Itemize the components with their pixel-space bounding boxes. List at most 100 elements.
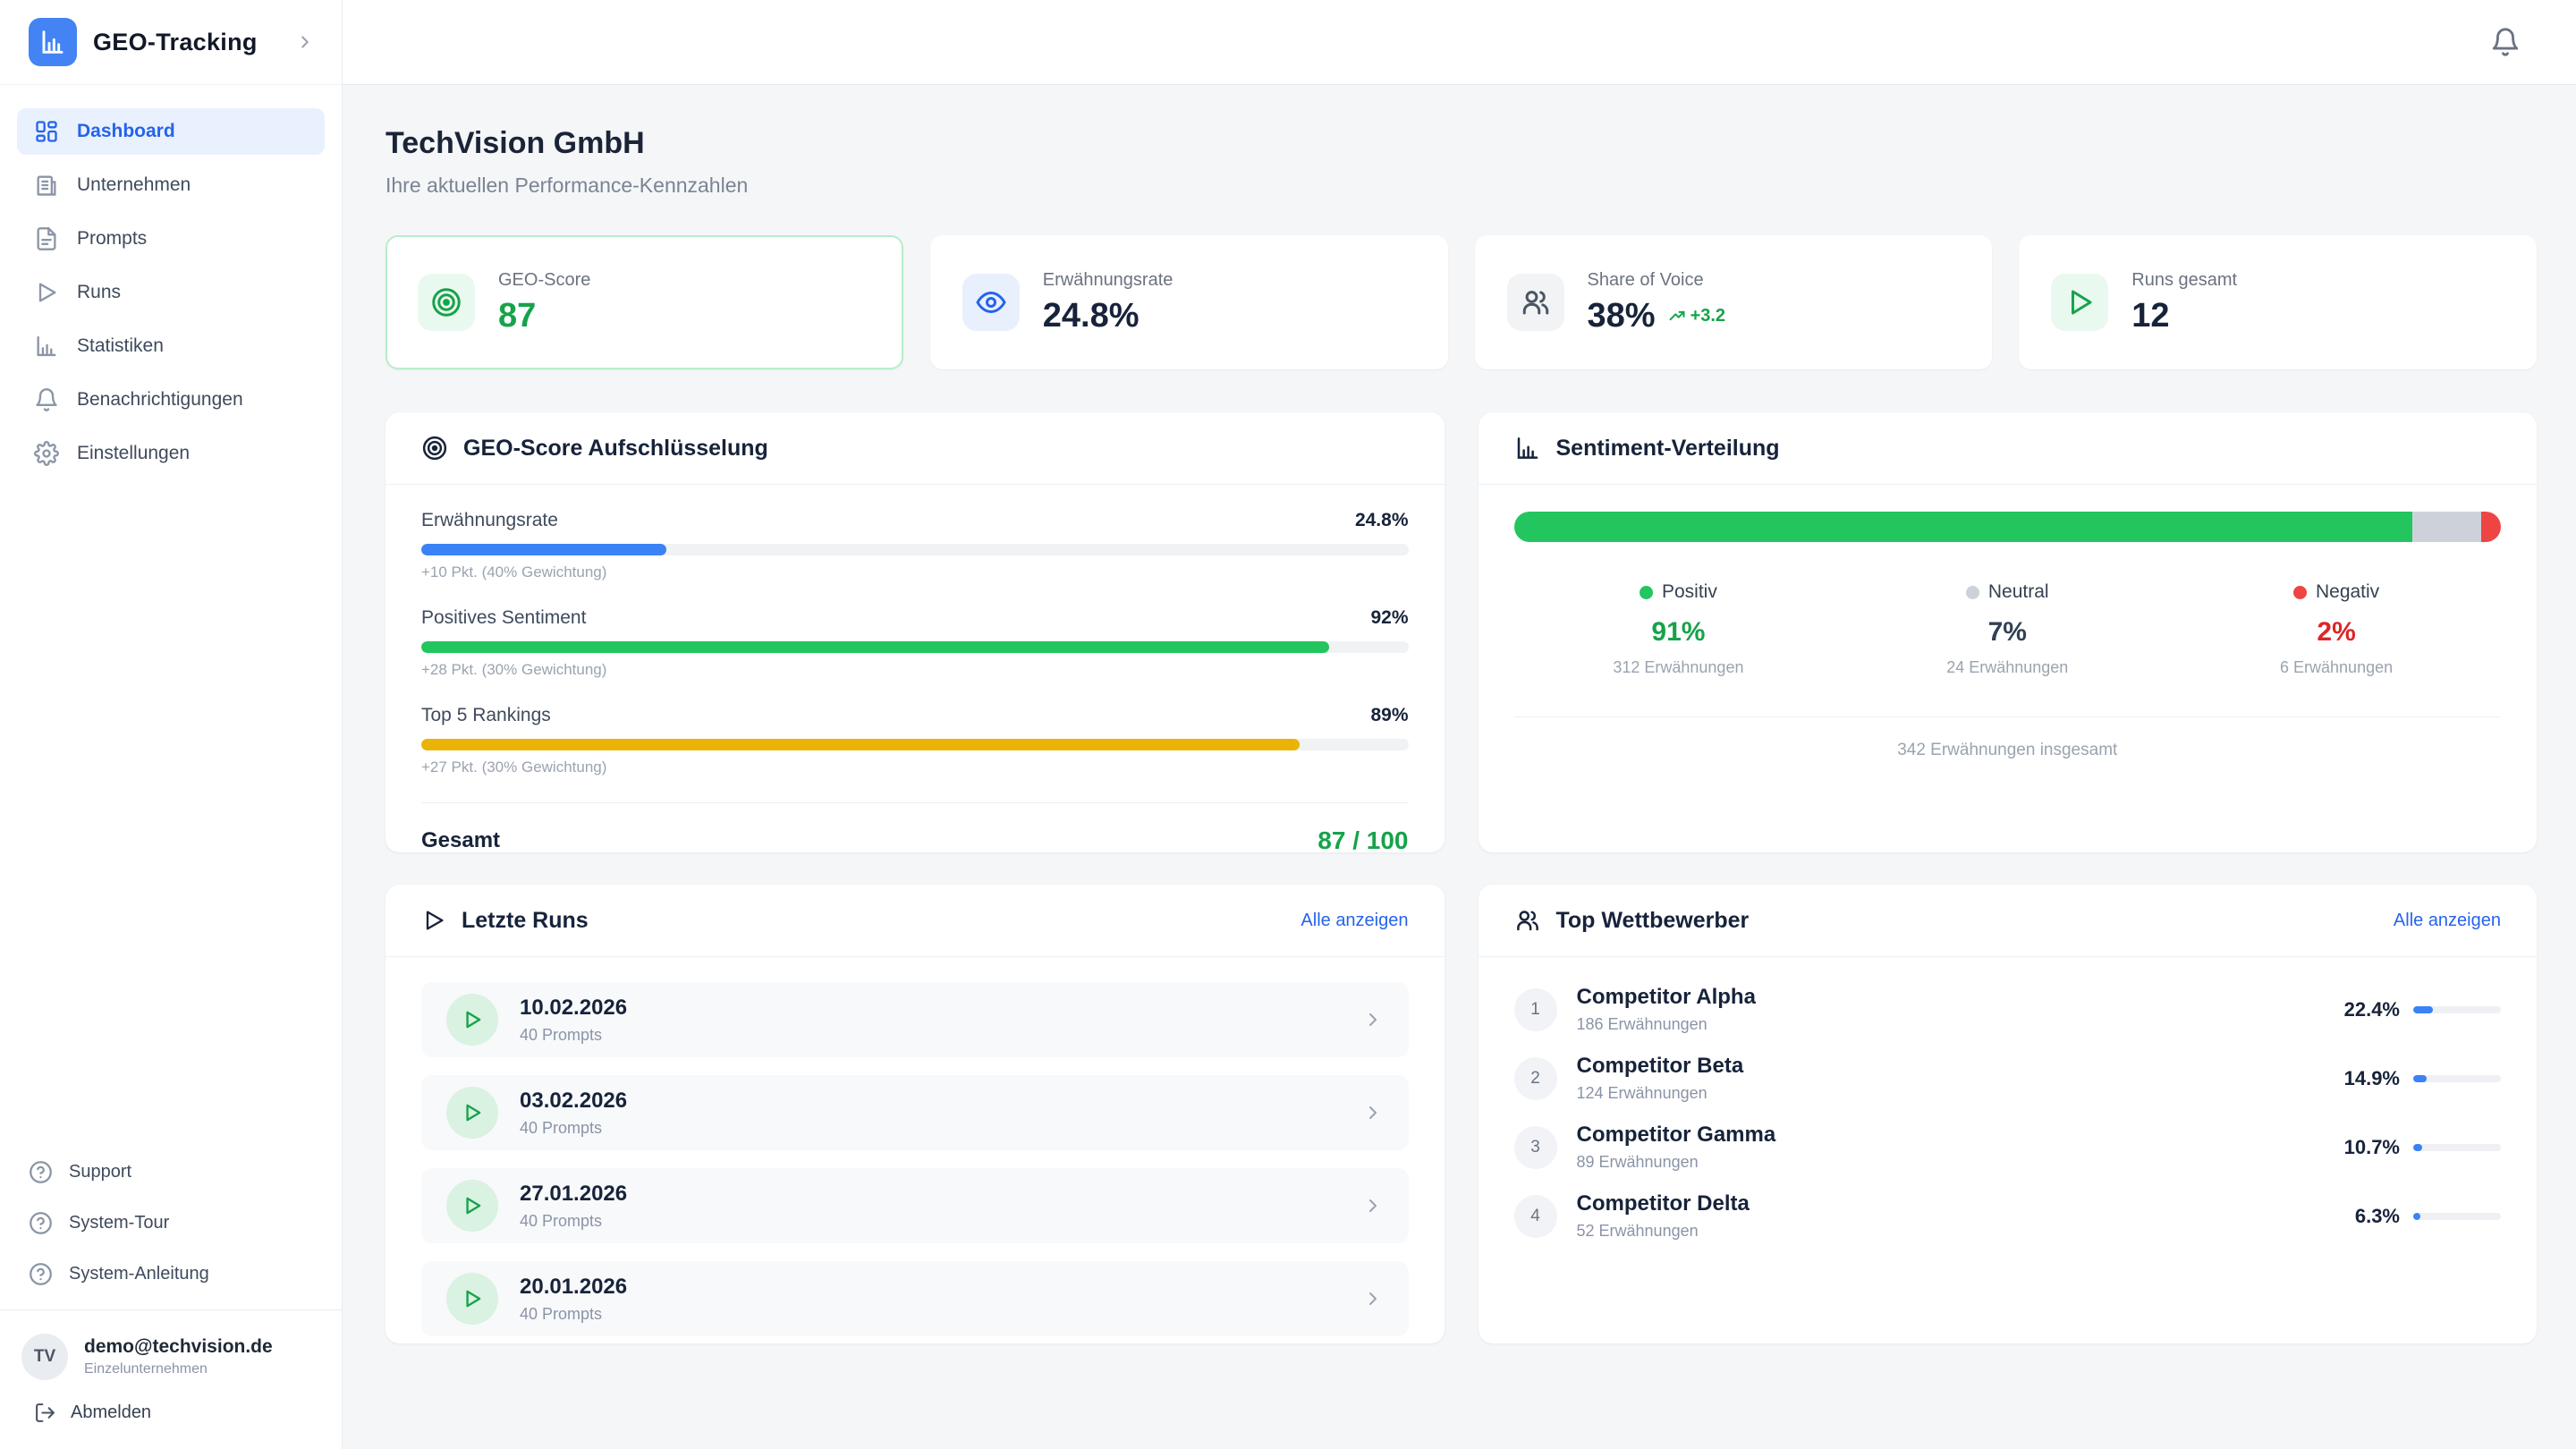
sentiment-stacked-bar <box>1514 512 2502 542</box>
competitor-list-item[interactable]: 1 Competitor Alpha 186 Erwähnungen 22.4% <box>1514 975 2502 1044</box>
avatar: TV <box>21 1334 68 1380</box>
footer-item-label: System-Anleitung <box>69 1264 209 1284</box>
competitor-list-item[interactable]: 2 Competitor Beta 124 Erwähnungen 14.9% <box>1514 1044 2502 1113</box>
share-track <box>2413 1075 2501 1082</box>
share-fill <box>2413 1075 2427 1082</box>
run-list-item[interactable]: 27.01.2026 40 Prompts <box>421 1168 1409 1243</box>
play-icon <box>2051 274 2108 331</box>
logout-label: Abmelden <box>71 1402 151 1423</box>
play-circle-icon <box>446 1180 498 1232</box>
document-icon <box>34 226 59 251</box>
kpi-card-runs-gesamt[interactable]: Runs gesamt 12 <box>2019 235 2537 369</box>
kpi-value: 38% <box>1588 297 1656 335</box>
progress-fill <box>421 641 1329 653</box>
sidebar-item-einstellungen[interactable]: Einstellungen <box>17 430 325 477</box>
breakdown-total: Gesamt 87 / 100 <box>421 802 1409 855</box>
play-circle-icon <box>446 994 498 1046</box>
sidebar: GEO-Tracking Dashboard Unternehmen <box>0 0 343 1449</box>
sidebar-header: GEO-Tracking <box>0 0 342 85</box>
target-icon <box>418 274 475 331</box>
competitors-list: 1 Competitor Alpha 186 Erwähnungen 22.4% <box>1479 957 2538 1250</box>
kpi-card-geo-score[interactable]: GEO-Score 87 <box>386 235 903 369</box>
sidebar-item-statistiken[interactable]: Statistiken <box>17 323 325 369</box>
sidebar-item-system-tour[interactable]: System-Tour <box>21 1204 320 1242</box>
rank-badge: 3 <box>1514 1126 1557 1169</box>
kpi-value: 87 <box>498 297 590 335</box>
sidebar-item-dashboard[interactable]: Dashboard <box>17 108 325 155</box>
help-circle-icon <box>29 1262 53 1286</box>
competitor-list-item[interactable]: 3 Competitor Gamma 89 Erwähnungen 10.7% <box>1514 1113 2502 1182</box>
trending-up-icon <box>1668 307 1686 325</box>
sentiment-legend: Positiv 91% 312 Erwähnungen Neutral 7% 2… <box>1514 581 2502 677</box>
share-track <box>2413 1006 2501 1013</box>
sidebar-bottom: Support System-Tour System-Anleitung TV <box>0 1144 342 1449</box>
sentiment-total: 342 Erwähnungen insgesamt <box>1514 716 2502 760</box>
sidebar-nav: Dashboard Unternehmen Prompts Runs <box>0 85 342 500</box>
sidebar-collapse-chevron-icon[interactable] <box>295 32 315 52</box>
sidebar-item-label: Benachrichtigungen <box>77 389 243 411</box>
bar-chart-logo-icon <box>38 28 67 56</box>
topbar <box>343 0 2576 85</box>
sidebar-item-benachrichtigungen[interactable]: Benachrichtigungen <box>17 377 325 423</box>
sidebar-item-label: Unternehmen <box>77 174 191 196</box>
play-icon <box>34 280 59 305</box>
panel-title: GEO-Score Aufschlüsselung <box>463 436 768 462</box>
share-fill <box>2413 1006 2433 1013</box>
chevron-right-icon <box>1362 1195 1384 1216</box>
sidebar-item-prompts[interactable]: Prompts <box>17 216 325 262</box>
recent-runs-panel: Letzte Runs Alle anzeigen 10.02.2026 40 … <box>386 885 1445 1343</box>
breakdown-row: Erwähnungsrate 24.8% +10 Pkt. (40% Gewic… <box>421 510 1409 581</box>
chevron-right-icon <box>1362 1288 1384 1309</box>
runs-list: 10.02.2026 40 Prompts <box>386 957 1445 1336</box>
sidebar-item-label: Runs <box>77 282 121 303</box>
app-root: GEO-Tracking Dashboard Unternehmen <box>0 0 2576 1449</box>
share-track <box>2413 1144 2501 1151</box>
gear-icon <box>34 441 59 466</box>
green-dot-icon <box>1640 586 1653 599</box>
user-account-type: Einzelunternehmen <box>84 1361 273 1377</box>
sidebar-item-unternehmen[interactable]: Unternehmen <box>17 162 325 208</box>
logout-button[interactable]: Abmelden <box>0 1391 342 1449</box>
sidebar-item-runs[interactable]: Runs <box>17 269 325 316</box>
sidebar-item-label: Prompts <box>77 228 147 250</box>
panel-title: Letzte Runs <box>462 908 589 934</box>
run-list-item[interactable]: 03.02.2026 40 Prompts <box>421 1075 1409 1150</box>
kpi-row: GEO-Score 87 Erwähnungsrate 24.8% <box>386 235 2537 369</box>
kpi-trend: +3.2 <box>1668 306 1725 326</box>
competitors-show-all-link[interactable]: Alle anzeigen <box>2394 911 2501 931</box>
share-track <box>2413 1213 2501 1220</box>
progress-track <box>421 544 1409 555</box>
bell-icon[interactable] <box>2490 27 2521 57</box>
run-list-item[interactable]: 10.02.2026 40 Prompts <box>421 982 1409 1057</box>
sentiment-segment-neutral <box>2412 512 2481 542</box>
bar-chart-icon <box>34 334 59 359</box>
sidebar-footer-nav: Support System-Tour System-Anleitung <box>0 1144 342 1309</box>
run-list-item[interactable]: 20.01.2026 40 Prompts <box>421 1261 1409 1336</box>
rank-badge: 1 <box>1514 988 1557 1031</box>
help-circle-icon <box>29 1160 53 1184</box>
competitor-list-item[interactable]: 4 Competitor Delta 52 Erwähnungen 6.3% <box>1514 1182 2502 1250</box>
sentiment-stat-negativ: Negativ 2% 6 Erwähnungen <box>2172 581 2501 677</box>
runs-show-all-link[interactable]: Alle anzeigen <box>1301 911 1408 931</box>
sentiment-panel: Sentiment-Verteilung Positiv 91% <box>1479 412 2538 852</box>
progress-fill <box>421 544 666 555</box>
kpi-value: 12 <box>2131 297 2237 335</box>
footer-item-label: Support <box>69 1162 131 1182</box>
building-icon <box>34 173 59 198</box>
play-icon <box>421 908 446 933</box>
kpi-card-share-of-voice[interactable]: Share of Voice 38% +3.2 <box>1475 235 1993 369</box>
score-breakdown-panel: GEO-Score Aufschlüsselung Erwähnungsrate… <box>386 412 1445 852</box>
gray-dot-icon <box>1966 586 1979 599</box>
user-section: TV demo@techvision.de Einzelunternehmen <box>0 1309 342 1391</box>
sentiment-segment-negativ <box>2481 512 2501 542</box>
sidebar-item-label: Einstellungen <box>77 443 190 464</box>
page-title: TechVision GmbH <box>386 126 2537 161</box>
footer-item-label: System-Tour <box>69 1213 169 1233</box>
sidebar-item-system-anleitung[interactable]: System-Anleitung <box>21 1255 320 1293</box>
sidebar-item-support[interactable]: Support <box>21 1153 320 1191</box>
kpi-label: GEO-Score <box>498 270 590 291</box>
kpi-card-erwaehnungsrate[interactable]: Erwähnungsrate 24.8% <box>930 235 1448 369</box>
panels-row-1: GEO-Score Aufschlüsselung Erwähnungsrate… <box>386 412 2537 852</box>
red-dot-icon <box>2293 586 2307 599</box>
panel-title: Top Wettbewerber <box>1556 908 1750 934</box>
